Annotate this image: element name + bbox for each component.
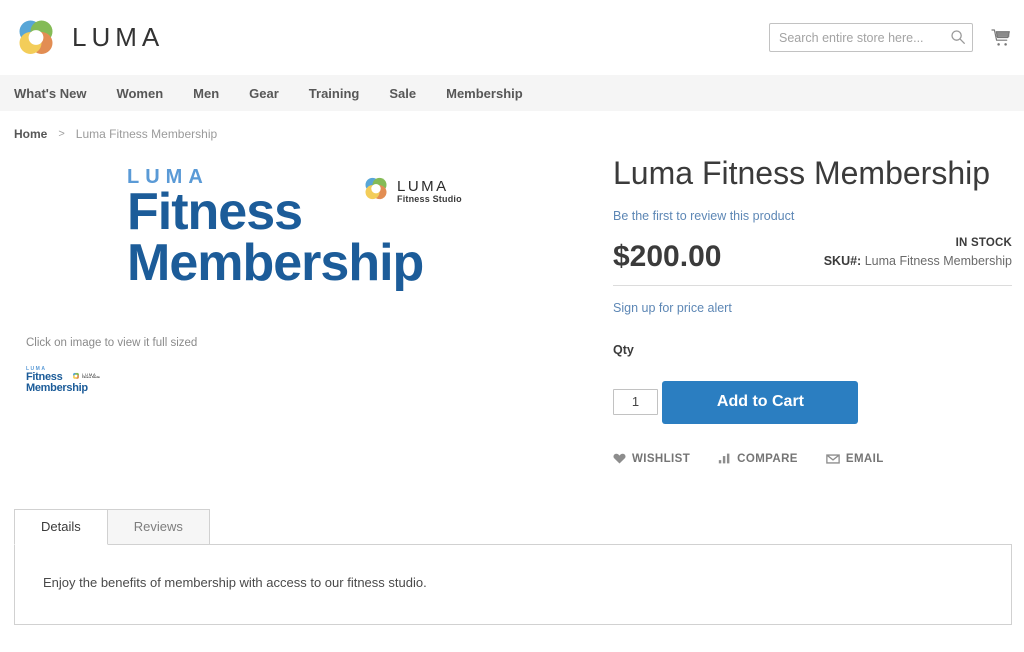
studio-logo-name: LUMA — [397, 179, 462, 195]
tab-panel-details: Enjoy the benefits of membership with ac… — [14, 544, 1012, 625]
tab-reviews[interactable]: Reviews — [108, 509, 210, 545]
product-tabs: Details Reviews Enjoy the benefits of me… — [14, 508, 1012, 625]
review-link[interactable]: Be the first to review this product — [613, 209, 794, 223]
breadcrumb-current: Luma Fitness Membership — [76, 127, 217, 141]
search-icon[interactable] — [950, 29, 966, 45]
status-badge: IN STOCK — [824, 235, 1012, 253]
breadcrumb-separator-icon: > — [58, 128, 64, 140]
email-label: EMAIL — [846, 453, 884, 465]
sku-label: SKU#: — [824, 254, 862, 268]
sku-value: Luma Fitness Membership — [865, 254, 1012, 268]
thumbnail-studio-logo: LUMA Fitness Studio — [72, 367, 100, 385]
wishlist-button[interactable]: WISHLIST — [613, 452, 690, 465]
nav-item-training[interactable]: Training — [309, 86, 360, 101]
tab-list: Details Reviews — [14, 508, 1012, 544]
product-thumbnail[interactable]: LUMA Fitness Membership — [26, 367, 110, 399]
search-box — [769, 23, 973, 52]
site-header: LUMA — [0, 0, 1024, 75]
product-info-column: Luma Fitness Membership Be the first to … — [612, 153, 1012, 466]
main-navigation: What's New Women Men Gear Training Sale … — [0, 75, 1024, 111]
qty-label: Qty — [613, 343, 1012, 357]
wishlist-label: WISHLIST — [632, 453, 690, 465]
product-media-column: LUMA Fitness Membership — [12, 153, 612, 466]
bar-chart-icon — [718, 452, 731, 465]
price-row: $200.00 IN STOCK SKU#: Luma Fitness Memb… — [613, 235, 1012, 286]
product-main: LUMA Fitness Membership — [0, 141, 1024, 466]
nav-item-men[interactable]: Men — [193, 86, 219, 101]
email-button[interactable]: EMAIL — [826, 452, 884, 466]
luma-pinwheel-logo-icon — [14, 16, 58, 60]
add-to-cart-button[interactable]: Add to Cart — [662, 381, 858, 424]
nav-item-whats-new[interactable]: What's New — [14, 86, 86, 101]
luma-pinwheel-logo-icon-tiny — [72, 367, 80, 385]
nav-item-women[interactable]: Women — [116, 86, 163, 101]
product-price: $200.00 — [613, 242, 721, 272]
luma-fitness-studio-logo: LUMA Fitness Studio — [362, 175, 462, 208]
image-caption: Click on image to view it full sized — [26, 337, 612, 349]
nav-item-sale[interactable]: Sale — [389, 86, 416, 101]
product-actions: WISHLIST COMPARE — [613, 452, 1012, 466]
product-image[interactable]: LUMA Fitness Membership — [12, 167, 612, 307]
brand-logo[interactable]: LUMA — [14, 16, 164, 60]
header-actions — [769, 23, 1012, 52]
sku-line: SKU#: Luma Fitness Membership — [824, 252, 1012, 271]
heart-icon — [613, 452, 626, 465]
nav-item-gear[interactable]: Gear — [249, 86, 279, 101]
studio-logo-subtitle: Fitness Studio — [397, 195, 462, 204]
compare-button[interactable]: COMPARE — [718, 452, 798, 465]
breadcrumb: Home > Luma Fitness Membership — [0, 111, 1024, 141]
stock-and-sku: IN STOCK SKU#: Luma Fitness Membership — [824, 235, 1012, 272]
product-image-line2: Membership — [127, 238, 612, 289]
luma-pinwheel-logo-icon-small — [362, 175, 390, 208]
tab-details[interactable]: Details — [14, 509, 108, 545]
shopping-cart-icon[interactable] — [990, 27, 1012, 49]
page-title: Luma Fitness Membership — [613, 157, 1012, 191]
details-content: Enjoy the benefits of membership with ac… — [43, 575, 427, 590]
compare-label: COMPARE — [737, 453, 798, 465]
envelope-icon — [826, 452, 840, 466]
nav-item-membership[interactable]: Membership — [446, 86, 523, 101]
quantity-stepper[interactable] — [613, 389, 658, 415]
product-detail-page: LUMA — [0, 0, 1024, 652]
brand-name: LUMA — [72, 22, 164, 53]
thumbnail-studio-subtitle: Fitness Studio — [82, 377, 100, 380]
price-alert-link[interactable]: Sign up for price alert — [613, 301, 732, 315]
breadcrumb-home[interactable]: Home — [14, 127, 47, 141]
search-input[interactable] — [769, 23, 973, 52]
